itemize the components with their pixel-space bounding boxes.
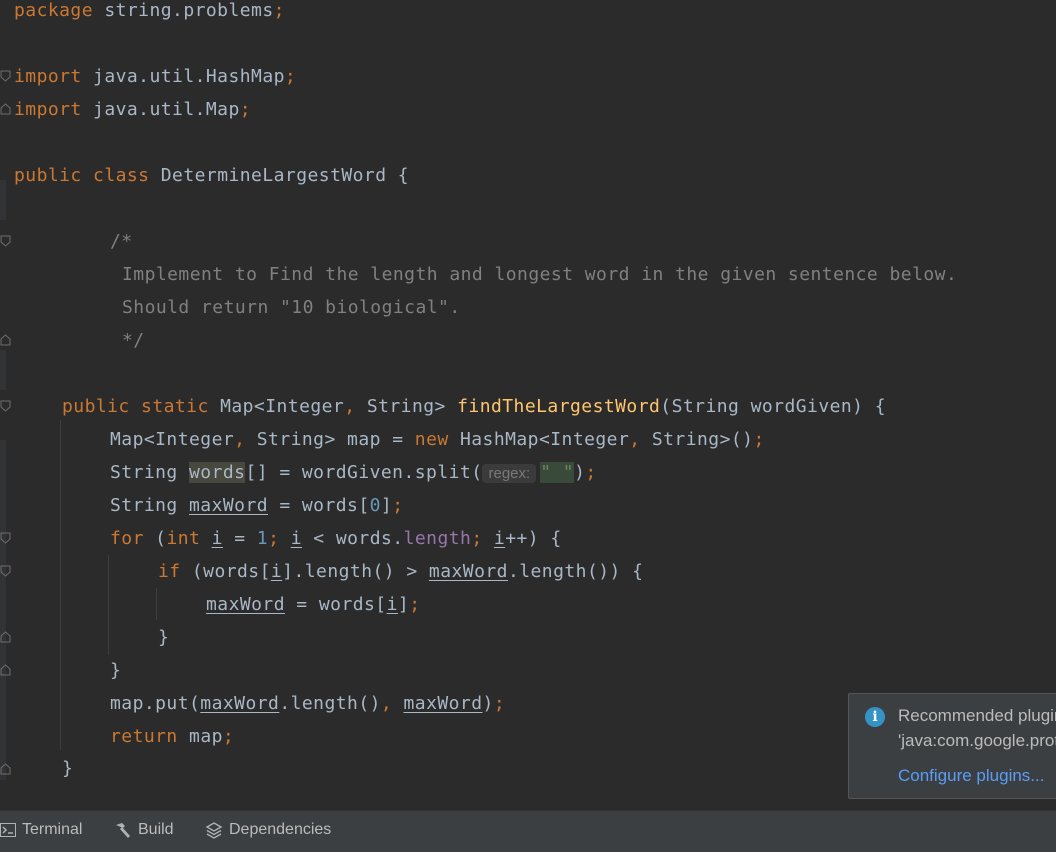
fold-icon[interactable]: [0, 70, 11, 82]
fold-icon[interactable]: [0, 664, 11, 676]
parameter-hint: regex:: [482, 464, 537, 483]
keyword: return: [110, 726, 178, 747]
keyword: int: [166, 528, 201, 549]
hammer-icon: [116, 822, 130, 838]
keyword: static: [141, 396, 209, 417]
class-name: DetermineLargestWord {: [160, 165, 410, 186]
dependencies-label: Dependencies: [229, 821, 332, 838]
code-line[interactable]: map.put(maxWord.length(), maxWord);: [110, 687, 505, 720]
type: Map<Integer: [220, 396, 345, 417]
indent-guide: [60, 420, 61, 750]
keyword: public: [14, 165, 82, 186]
indent-guide: [108, 555, 109, 655]
code-line[interactable]: Implement to Find the length and longest…: [122, 258, 957, 291]
code-line[interactable]: */: [122, 324, 145, 357]
type: String>: [366, 396, 446, 417]
code-line[interactable]: return map;: [110, 720, 234, 753]
fold-icon[interactable]: [0, 631, 11, 643]
comment: Should return "10 biological".: [122, 297, 461, 318]
keyword: class: [93, 165, 150, 186]
info-icon: i: [865, 707, 885, 727]
code-line[interactable]: if (words[i].length() > maxWord.length()…: [158, 555, 643, 588]
comment: /*: [110, 231, 133, 252]
fold-icon[interactable]: [0, 235, 11, 247]
layers-icon: [205, 821, 223, 839]
terminal-tab[interactable]: Terminal: [0, 811, 82, 849]
import-path: java.util.Map: [93, 99, 240, 120]
fold-icon[interactable]: [0, 532, 11, 544]
keyword: for: [110, 528, 144, 549]
configure-plugins-link[interactable]: Configure plugins...: [898, 766, 1044, 786]
keyword: public: [62, 396, 130, 417]
code-line[interactable]: Map<Integer, String> map = new HashMap<I…: [110, 423, 765, 456]
code-editor[interactable]: package string.problems; import java.uti…: [0, 0, 1056, 810]
code-line[interactable]: package string.problems;: [14, 0, 285, 27]
keyword: new: [414, 429, 449, 450]
code-line[interactable]: }: [62, 752, 73, 785]
method-params: (String wordGiven) {: [660, 396, 887, 417]
keyword: if: [158, 561, 181, 582]
terminal-label: Terminal: [22, 821, 83, 838]
code-line[interactable]: }: [158, 621, 169, 654]
keyword: import: [14, 66, 82, 87]
plugin-notification[interactable]: i Recommended plugins 'java:com.google.p…: [848, 693, 1056, 799]
code-line[interactable]: String maxWord = words[0];: [110, 489, 404, 522]
fold-icon[interactable]: [0, 334, 11, 346]
comment: Implement to Find the length and longest…: [122, 264, 958, 285]
code-line[interactable]: Should return "10 biological".: [122, 291, 461, 324]
code-line[interactable]: }: [110, 654, 121, 687]
string-literal: " ": [540, 462, 575, 483]
fold-icon[interactable]: [0, 565, 11, 577]
code-line[interactable]: String words[] = wordGiven.split(regex: "…: [110, 456, 597, 489]
code-line[interactable]: /*: [110, 225, 133, 258]
fold-icon[interactable]: [0, 763, 11, 775]
comment: */: [122, 330, 145, 351]
variable: maxWord: [189, 495, 269, 516]
package-name: string.problems: [104, 0, 274, 21]
fold-icon[interactable]: [0, 400, 11, 412]
terminal-icon: [0, 822, 16, 837]
code-line[interactable]: import java.util.Map;: [14, 93, 251, 126]
import-path: java.util.HashMap: [93, 66, 285, 87]
code-line[interactable]: maxWord = words[i];: [206, 588, 421, 621]
notification-subtitle: 'java:com.google.protobuf': [898, 731, 1056, 750]
notification-title: Recommended plugins: [898, 706, 1056, 725]
tool-window-bar: Terminal Build Dependencies: [0, 810, 1056, 852]
keyword: import: [14, 99, 82, 120]
build-label: Build: [138, 821, 174, 838]
method-name: findTheLargestWord: [457, 396, 661, 417]
code-line[interactable]: for (int i = 1; i < words.length; i++) {: [110, 522, 562, 555]
dependencies-tab[interactable]: Dependencies: [205, 811, 331, 849]
code-line[interactable]: public class DetermineLargestWord {: [14, 159, 409, 192]
keyword: package: [14, 0, 94, 21]
build-tab[interactable]: Build: [114, 811, 174, 849]
fold-icon[interactable]: [0, 103, 11, 115]
field: length: [403, 528, 472, 549]
indent-guide: [156, 588, 157, 620]
code-line[interactable]: public static Map<Integer, String> findT…: [62, 390, 886, 423]
highlighted-variable[interactable]: words: [189, 462, 246, 483]
code-line[interactable]: import java.util.HashMap;: [14, 60, 296, 93]
